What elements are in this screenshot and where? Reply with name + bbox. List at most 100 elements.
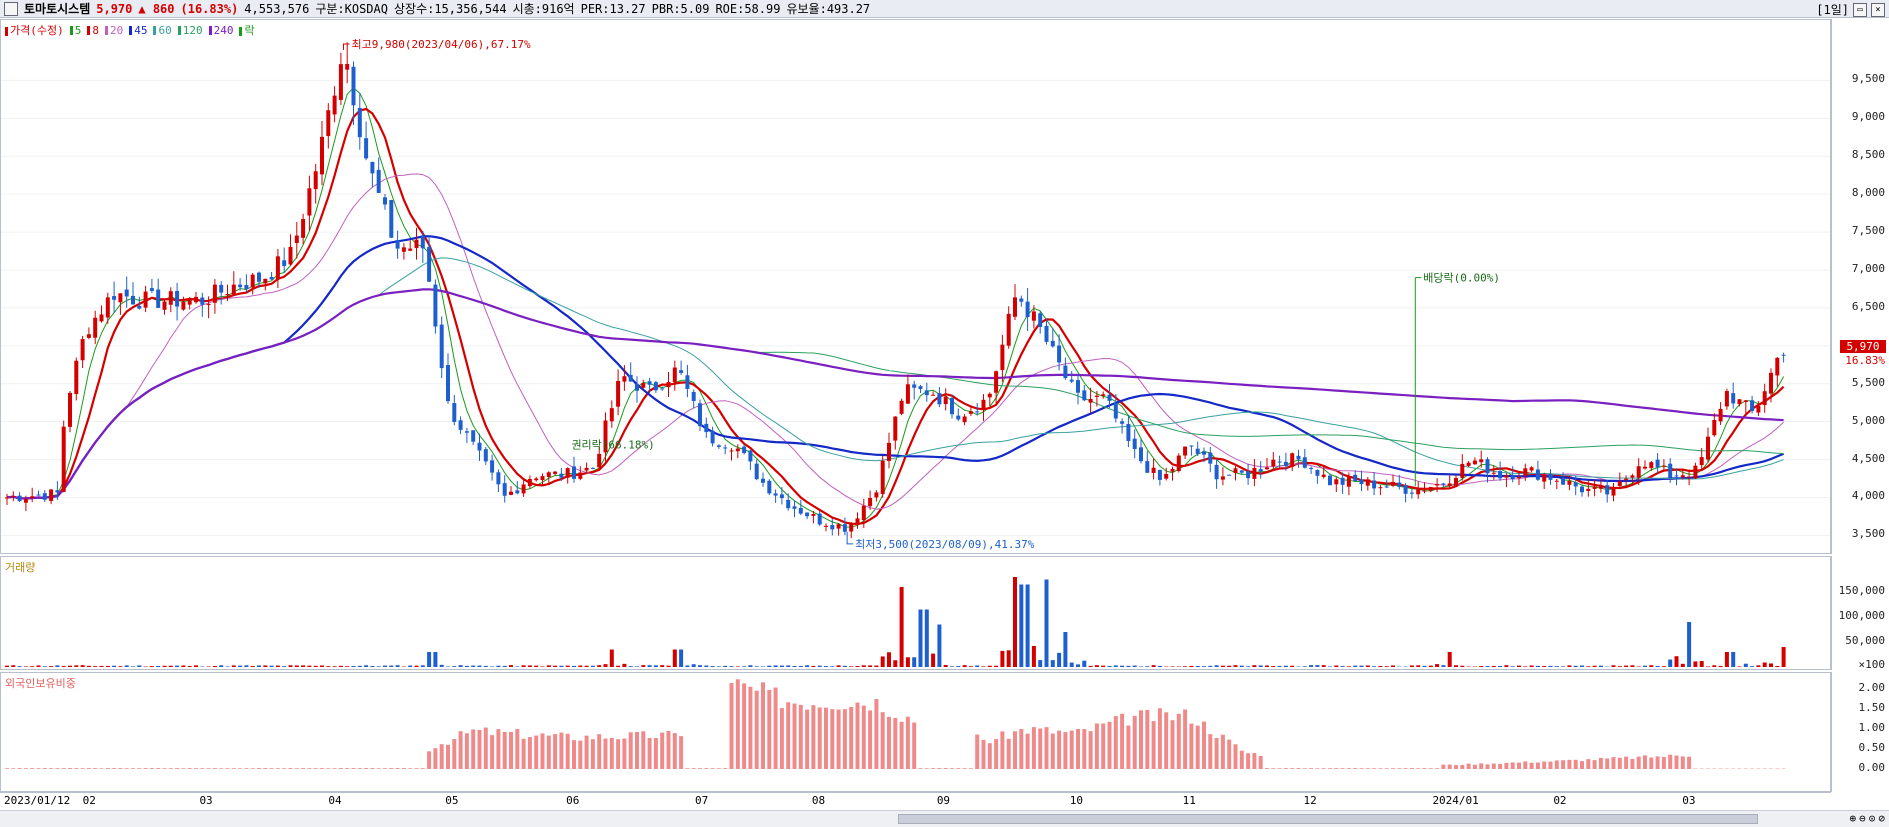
candle-body	[301, 219, 305, 238]
volume-bar	[1693, 661, 1697, 667]
volume-bar	[1706, 666, 1710, 667]
zoom-controls: ⊕ ⊖ ⊙ ⊘	[1850, 812, 1886, 825]
horizontal-scrollbar[interactable]: ⊕ ⊖ ⊙ ⊘	[0, 810, 1889, 827]
volume-bar	[307, 666, 311, 667]
candle-body	[1486, 459, 1490, 473]
candle-body	[1782, 355, 1786, 356]
foreign-bar	[257, 768, 261, 769]
volume-bar	[295, 665, 299, 667]
volume-bar	[559, 666, 563, 667]
foreign-bar	[5, 768, 9, 769]
candle-body	[1719, 409, 1723, 421]
candle-body	[74, 361, 78, 394]
date-tick: 2023/01/12	[4, 794, 70, 807]
period-selector[interactable]: [1일]	[1816, 1, 1849, 18]
volume-chart[interactable]	[1, 557, 1830, 669]
candle-body	[1391, 482, 1395, 486]
foreign-bar	[11, 768, 15, 769]
volume-bar	[1429, 666, 1433, 667]
foreign-bar	[1523, 761, 1527, 769]
volume-bar	[131, 666, 135, 667]
candle-body	[1549, 474, 1553, 480]
candle-body	[1706, 437, 1710, 460]
scrollbar-thumb[interactable]	[898, 814, 1758, 824]
candle-body	[1164, 474, 1168, 479]
foreign-bar	[1372, 768, 1376, 769]
candle-body	[1612, 487, 1616, 495]
volume-bar	[780, 666, 784, 667]
low-marker	[847, 532, 853, 544]
candle-body	[68, 393, 72, 427]
foreign-bar	[100, 768, 104, 769]
candle-body	[1775, 358, 1779, 376]
volume-bar	[755, 666, 759, 667]
foreign-bar	[1517, 763, 1521, 769]
foreign-bar	[181, 768, 185, 769]
foreign-bar	[1366, 768, 1370, 769]
candle-body	[1649, 462, 1653, 468]
candle-body	[314, 171, 318, 189]
volume-panel[interactable]: 거래량	[0, 556, 1831, 670]
zoom-in-icon[interactable]: ⊕	[1850, 812, 1857, 825]
volume-bar	[994, 666, 998, 667]
volume-bar	[1076, 664, 1080, 667]
foreign-bar	[906, 717, 910, 769]
candle-body	[1271, 460, 1275, 467]
candle-body	[118, 293, 122, 302]
zoom-out-icon[interactable]: ⊖	[1859, 812, 1866, 825]
volume-bar	[830, 666, 834, 667]
volume-bar	[1196, 666, 1200, 667]
zoom-fit-icon[interactable]: ⊙	[1869, 812, 1876, 825]
price-panel[interactable]: 가격(수정)58204560120240락 최고9,980(2023/04/06…	[0, 19, 1831, 554]
foreign-bar	[1082, 729, 1086, 769]
foreign-bar	[736, 679, 740, 769]
price-chart[interactable]: 최고9,980(2023/04/06),67.17%최저3,500(2023/0…	[1, 20, 1830, 553]
volume-bar	[100, 666, 104, 667]
foreign-bar	[1284, 768, 1288, 769]
foreign-bar	[1441, 765, 1445, 769]
volume-bar	[1416, 665, 1420, 667]
volume-bar	[893, 660, 897, 667]
foreign-bar	[263, 768, 267, 769]
candle-body	[1599, 487, 1603, 489]
volume-bar	[1738, 666, 1742, 667]
volume-bar	[1769, 663, 1773, 667]
minimize-icon[interactable]: ▭	[1853, 3, 1867, 17]
foreign-bar	[711, 768, 715, 769]
candle-body	[1498, 471, 1502, 478]
candle-body	[1378, 487, 1382, 488]
candle-body	[944, 396, 948, 404]
volume-bar	[415, 666, 419, 667]
volume-bar	[912, 657, 916, 667]
candle-body	[528, 479, 532, 486]
volume-bar	[68, 666, 72, 667]
close-icon[interactable]: ×	[1871, 3, 1885, 17]
volume-bar	[1101, 666, 1105, 667]
candle-body	[1126, 424, 1130, 441]
foreign-bar	[408, 768, 412, 769]
candle-body	[1693, 466, 1697, 479]
volume-bar	[1523, 666, 1527, 667]
foreign-bar	[1675, 756, 1679, 769]
foreign-chart[interactable]	[1, 673, 1830, 791]
candle-body	[818, 514, 822, 525]
volume-bar	[585, 666, 589, 667]
volume-bar	[238, 666, 242, 667]
volume-bar	[1372, 666, 1376, 667]
candle-body	[1366, 479, 1370, 485]
foreign-bar	[1152, 721, 1156, 769]
foreign-panel[interactable]: 외국인보유비중	[0, 672, 1831, 792]
zoom-reset-icon[interactable]: ⊘	[1878, 812, 1885, 825]
foreign-bar	[112, 768, 116, 769]
candle-body	[496, 472, 500, 484]
foreign-bar	[1656, 756, 1660, 769]
candle-body	[1567, 481, 1571, 485]
foreign-bar	[660, 733, 664, 769]
volume-bar	[169, 666, 173, 667]
volume-bar	[452, 666, 456, 667]
foreign-bar	[1347, 768, 1351, 769]
foreign-bar	[881, 712, 885, 769]
foreign-bar	[1070, 731, 1074, 769]
candle-body	[975, 411, 979, 412]
volume-bar	[591, 666, 595, 667]
